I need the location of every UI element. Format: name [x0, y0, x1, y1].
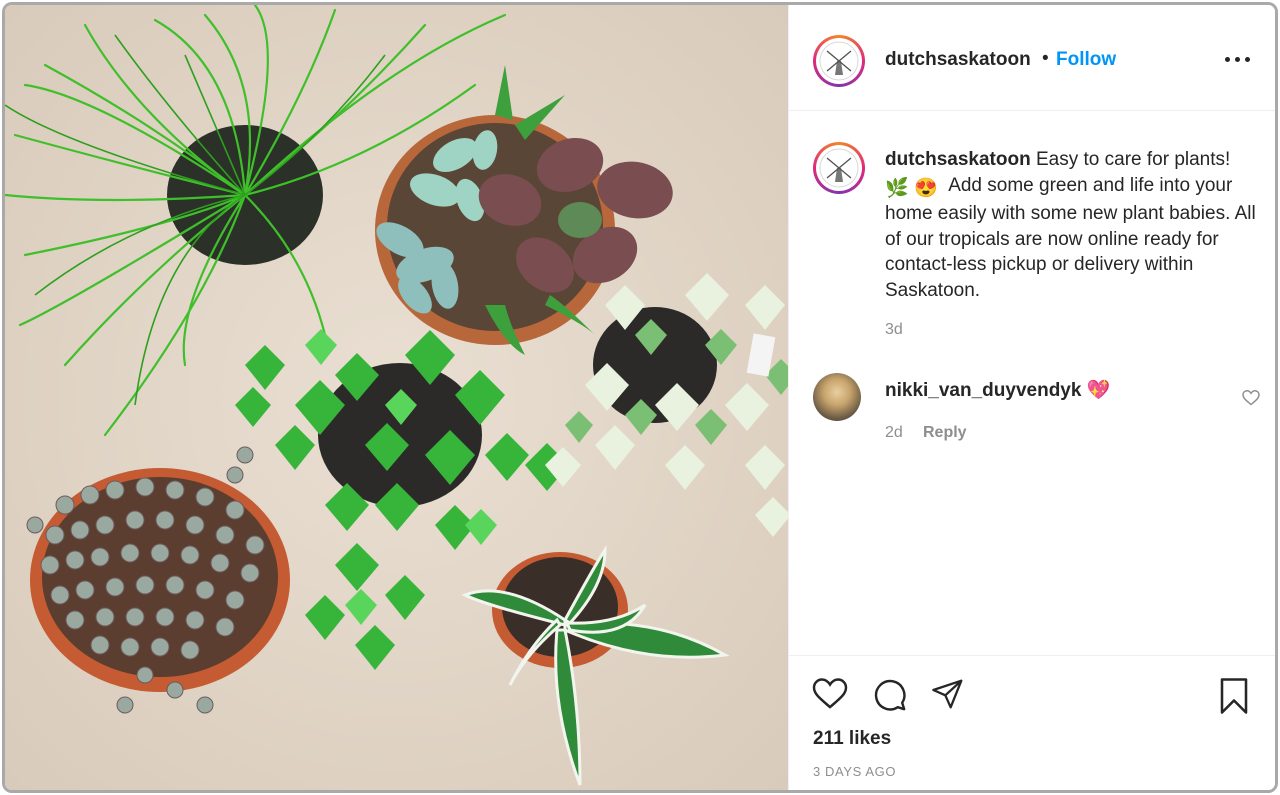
caption-timestamp[interactable]: 3d: [885, 321, 903, 339]
profile-avatar[interactable]: [813, 35, 865, 87]
caption-avatar[interactable]: [813, 142, 865, 194]
caption-username[interactable]: dutchsaskatoon: [885, 149, 1031, 170]
reply-button[interactable]: Reply: [923, 424, 967, 442]
caption-text: Add some green and life into your home e…: [885, 174, 1256, 301]
post-caption: dutchsaskatoon Easy to care for plants! …: [885, 147, 1260, 303]
separator-dot: •: [1042, 48, 1049, 69]
comment-like-heart-icon[interactable]: [1242, 390, 1260, 406]
post-actions: 211 likes 3 DAYS AGO: [789, 655, 1275, 790]
windmill-logo-icon: [819, 41, 859, 81]
post-date[interactable]: 3 DAYS AGO: [813, 764, 896, 779]
comment-bubble-icon[interactable]: [872, 678, 908, 712]
caption-line1: Easy to care for plants!: [1035, 149, 1231, 170]
like-heart-icon[interactable]: [812, 678, 848, 710]
herb-emoji-icon: 🌿: [885, 177, 909, 199]
commenter-avatar[interactable]: [813, 373, 861, 421]
likes-count[interactable]: 211 likes: [813, 728, 891, 750]
follow-button[interactable]: Follow: [1056, 49, 1116, 71]
post-header: dutchsaskatoon • Follow: [789, 5, 1275, 111]
header-username[interactable]: dutchsaskatoon: [885, 49, 1031, 71]
post-window: dutchsaskatoon • Follow dutchsaskatoon E…: [2, 2, 1278, 793]
windmill-logo-icon: [819, 148, 859, 188]
more-options-icon[interactable]: [1225, 49, 1253, 69]
save-bookmark-icon[interactable]: [1219, 678, 1249, 714]
share-paper-plane-icon[interactable]: [931, 678, 965, 710]
plants-photo: [5, 5, 788, 790]
post-details-panel: dutchsaskatoon • Follow dutchsaskatoon E…: [788, 5, 1275, 790]
comment-timestamp[interactable]: 2d: [885, 424, 903, 442]
heart-eyes-emoji-icon: 😍: [913, 177, 938, 199]
post-image[interactable]: [5, 5, 788, 790]
comment-username[interactable]: nikki_van_duyvendyk 💖: [885, 378, 1110, 402]
sparkling-heart-emoji-icon: 💖: [1086, 380, 1111, 401]
